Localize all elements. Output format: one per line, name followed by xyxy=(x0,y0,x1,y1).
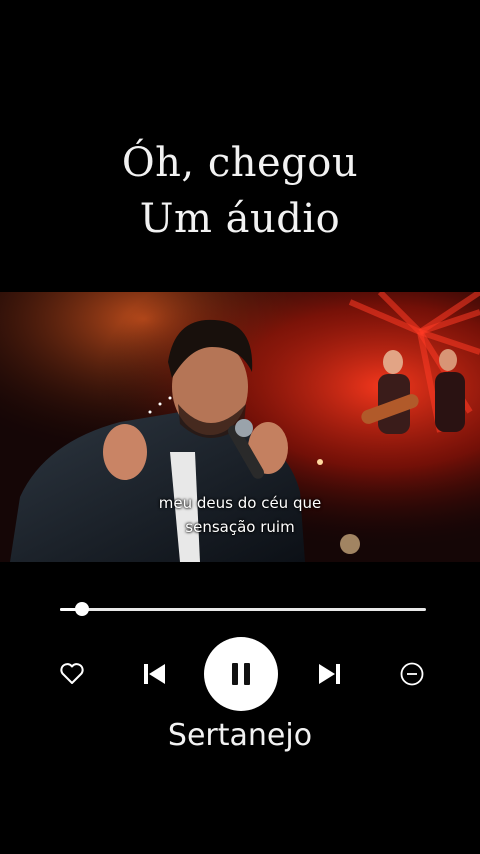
pause-icon xyxy=(232,663,250,685)
previous-button[interactable] xyxy=(138,658,170,690)
minus-circle-icon xyxy=(400,662,424,686)
subtitle-line-1: meu deus do céu que xyxy=(158,494,322,512)
song-title-line-1: Óh, chegou xyxy=(121,140,359,186)
skip-next-icon xyxy=(319,664,340,684)
song-title-line-2: Um áudio xyxy=(139,196,341,242)
music-video-frame: meu deus do céu que sensação ruim xyxy=(0,292,480,562)
next-button[interactable] xyxy=(314,658,346,690)
remove-button[interactable] xyxy=(396,658,428,690)
progress-bar[interactable] xyxy=(60,602,426,616)
skip-previous-icon xyxy=(144,664,165,684)
heart-icon xyxy=(60,663,84,684)
subtitle-line-2: sensação ruim xyxy=(185,518,295,536)
like-button[interactable] xyxy=(56,658,88,690)
genre-label: Sertanejo xyxy=(167,718,313,753)
progress-knob[interactable] xyxy=(74,602,89,616)
pause-button[interactable] xyxy=(204,637,278,711)
